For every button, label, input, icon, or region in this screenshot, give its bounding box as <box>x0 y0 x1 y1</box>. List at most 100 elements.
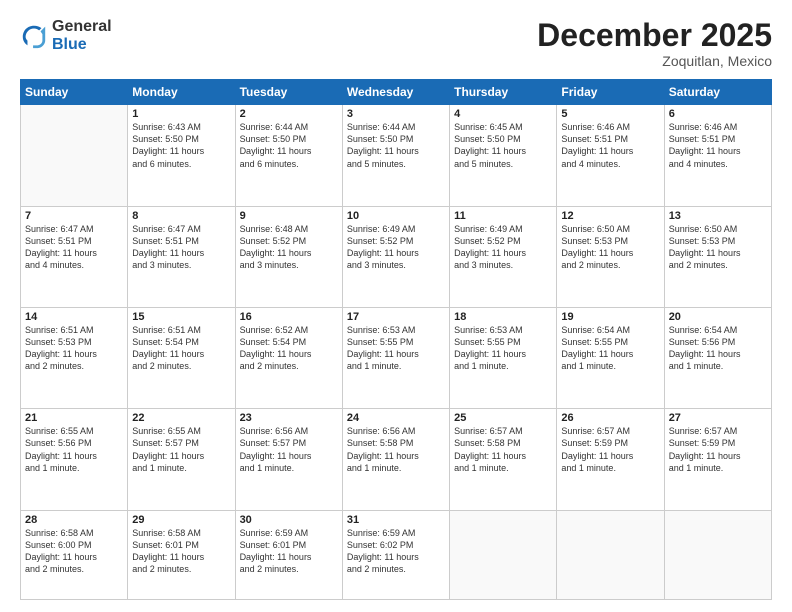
day-info: Sunrise: 6:45 AM Sunset: 5:50 PM Dayligh… <box>454 121 552 170</box>
day-number: 5 <box>561 108 659 120</box>
table-row <box>21 105 128 206</box>
location-subtitle: Zoquitlan, Mexico <box>537 53 772 69</box>
day-number: 14 <box>25 311 123 323</box>
table-row: 5Sunrise: 6:46 AM Sunset: 5:51 PM Daylig… <box>557 105 664 206</box>
logo-general: General <box>52 18 112 36</box>
table-row: 27Sunrise: 6:57 AM Sunset: 5:59 PM Dayli… <box>664 409 771 510</box>
day-number: 31 <box>347 514 445 526</box>
table-row: 28Sunrise: 6:58 AM Sunset: 6:00 PM Dayli… <box>21 510 128 599</box>
day-info: Sunrise: 6:58 AM Sunset: 6:00 PM Dayligh… <box>25 527 123 576</box>
day-number: 23 <box>240 412 338 424</box>
header: General Blue December 2025 Zoquitlan, Me… <box>20 18 772 69</box>
calendar-table: Sunday Monday Tuesday Wednesday Thursday… <box>20 79 772 600</box>
col-monday: Monday <box>128 80 235 105</box>
day-info: Sunrise: 6:56 AM Sunset: 5:58 PM Dayligh… <box>347 425 445 474</box>
table-row: 9Sunrise: 6:48 AM Sunset: 5:52 PM Daylig… <box>235 206 342 307</box>
col-wednesday: Wednesday <box>342 80 449 105</box>
table-row: 11Sunrise: 6:49 AM Sunset: 5:52 PM Dayli… <box>450 206 557 307</box>
day-number: 10 <box>347 210 445 222</box>
day-info: Sunrise: 6:51 AM Sunset: 5:53 PM Dayligh… <box>25 324 123 373</box>
day-info: Sunrise: 6:43 AM Sunset: 5:50 PM Dayligh… <box>132 121 230 170</box>
day-info: Sunrise: 6:49 AM Sunset: 5:52 PM Dayligh… <box>454 223 552 272</box>
day-info: Sunrise: 6:59 AM Sunset: 6:02 PM Dayligh… <box>347 527 445 576</box>
page: General Blue December 2025 Zoquitlan, Me… <box>0 0 792 612</box>
logo-blue: Blue <box>52 36 112 54</box>
table-row: 4Sunrise: 6:45 AM Sunset: 5:50 PM Daylig… <box>450 105 557 206</box>
day-number: 8 <box>132 210 230 222</box>
day-number: 16 <box>240 311 338 323</box>
table-row: 2Sunrise: 6:44 AM Sunset: 5:50 PM Daylig… <box>235 105 342 206</box>
logo-icon <box>20 22 48 50</box>
table-row: 18Sunrise: 6:53 AM Sunset: 5:55 PM Dayli… <box>450 307 557 408</box>
day-number: 17 <box>347 311 445 323</box>
day-number: 27 <box>669 412 767 424</box>
day-number: 29 <box>132 514 230 526</box>
table-row: 24Sunrise: 6:56 AM Sunset: 5:58 PM Dayli… <box>342 409 449 510</box>
day-info: Sunrise: 6:56 AM Sunset: 5:57 PM Dayligh… <box>240 425 338 474</box>
day-number: 25 <box>454 412 552 424</box>
day-number: 21 <box>25 412 123 424</box>
calendar-header-row: Sunday Monday Tuesday Wednesday Thursday… <box>21 80 772 105</box>
table-row: 10Sunrise: 6:49 AM Sunset: 5:52 PM Dayli… <box>342 206 449 307</box>
table-row: 13Sunrise: 6:50 AM Sunset: 5:53 PM Dayli… <box>664 206 771 307</box>
day-number: 11 <box>454 210 552 222</box>
day-info: Sunrise: 6:46 AM Sunset: 5:51 PM Dayligh… <box>561 121 659 170</box>
day-info: Sunrise: 6:57 AM Sunset: 5:59 PM Dayligh… <box>669 425 767 474</box>
day-number: 4 <box>454 108 552 120</box>
day-info: Sunrise: 6:47 AM Sunset: 5:51 PM Dayligh… <box>25 223 123 272</box>
day-info: Sunrise: 6:55 AM Sunset: 5:56 PM Dayligh… <box>25 425 123 474</box>
day-info: Sunrise: 6:59 AM Sunset: 6:01 PM Dayligh… <box>240 527 338 576</box>
table-row: 17Sunrise: 6:53 AM Sunset: 5:55 PM Dayli… <box>342 307 449 408</box>
day-info: Sunrise: 6:54 AM Sunset: 5:55 PM Dayligh… <box>561 324 659 373</box>
table-row: 26Sunrise: 6:57 AM Sunset: 5:59 PM Dayli… <box>557 409 664 510</box>
col-tuesday: Tuesday <box>235 80 342 105</box>
day-info: Sunrise: 6:53 AM Sunset: 5:55 PM Dayligh… <box>347 324 445 373</box>
table-row: 20Sunrise: 6:54 AM Sunset: 5:56 PM Dayli… <box>664 307 771 408</box>
table-row: 25Sunrise: 6:57 AM Sunset: 5:58 PM Dayli… <box>450 409 557 510</box>
table-row: 6Sunrise: 6:46 AM Sunset: 5:51 PM Daylig… <box>664 105 771 206</box>
day-info: Sunrise: 6:55 AM Sunset: 5:57 PM Dayligh… <box>132 425 230 474</box>
logo-text: General Blue <box>52 18 112 53</box>
day-info: Sunrise: 6:57 AM Sunset: 5:58 PM Dayligh… <box>454 425 552 474</box>
day-info: Sunrise: 6:58 AM Sunset: 6:01 PM Dayligh… <box>132 527 230 576</box>
day-number: 15 <box>132 311 230 323</box>
day-number: 18 <box>454 311 552 323</box>
table-row: 15Sunrise: 6:51 AM Sunset: 5:54 PM Dayli… <box>128 307 235 408</box>
table-row: 29Sunrise: 6:58 AM Sunset: 6:01 PM Dayli… <box>128 510 235 599</box>
table-row: 8Sunrise: 6:47 AM Sunset: 5:51 PM Daylig… <box>128 206 235 307</box>
day-number: 9 <box>240 210 338 222</box>
day-number: 3 <box>347 108 445 120</box>
month-title: December 2025 <box>537 18 772 53</box>
day-info: Sunrise: 6:48 AM Sunset: 5:52 PM Dayligh… <box>240 223 338 272</box>
day-info: Sunrise: 6:50 AM Sunset: 5:53 PM Dayligh… <box>669 223 767 272</box>
day-number: 7 <box>25 210 123 222</box>
day-info: Sunrise: 6:44 AM Sunset: 5:50 PM Dayligh… <box>240 121 338 170</box>
table-row: 30Sunrise: 6:59 AM Sunset: 6:01 PM Dayli… <box>235 510 342 599</box>
table-row: 1Sunrise: 6:43 AM Sunset: 5:50 PM Daylig… <box>128 105 235 206</box>
day-number: 19 <box>561 311 659 323</box>
day-info: Sunrise: 6:57 AM Sunset: 5:59 PM Dayligh… <box>561 425 659 474</box>
day-number: 6 <box>669 108 767 120</box>
day-info: Sunrise: 6:54 AM Sunset: 5:56 PM Dayligh… <box>669 324 767 373</box>
table-row: 19Sunrise: 6:54 AM Sunset: 5:55 PM Dayli… <box>557 307 664 408</box>
day-info: Sunrise: 6:44 AM Sunset: 5:50 PM Dayligh… <box>347 121 445 170</box>
day-info: Sunrise: 6:52 AM Sunset: 5:54 PM Dayligh… <box>240 324 338 373</box>
table-row <box>557 510 664 599</box>
day-info: Sunrise: 6:50 AM Sunset: 5:53 PM Dayligh… <box>561 223 659 272</box>
col-saturday: Saturday <box>664 80 771 105</box>
day-info: Sunrise: 6:53 AM Sunset: 5:55 PM Dayligh… <box>454 324 552 373</box>
table-row <box>664 510 771 599</box>
day-info: Sunrise: 6:46 AM Sunset: 5:51 PM Dayligh… <box>669 121 767 170</box>
day-number: 12 <box>561 210 659 222</box>
logo: General Blue <box>20 18 112 53</box>
day-number: 13 <box>669 210 767 222</box>
day-info: Sunrise: 6:47 AM Sunset: 5:51 PM Dayligh… <box>132 223 230 272</box>
day-number: 2 <box>240 108 338 120</box>
col-friday: Friday <box>557 80 664 105</box>
day-number: 20 <box>669 311 767 323</box>
table-row: 21Sunrise: 6:55 AM Sunset: 5:56 PM Dayli… <box>21 409 128 510</box>
col-sunday: Sunday <box>21 80 128 105</box>
table-row <box>450 510 557 599</box>
day-number: 26 <box>561 412 659 424</box>
day-info: Sunrise: 6:49 AM Sunset: 5:52 PM Dayligh… <box>347 223 445 272</box>
